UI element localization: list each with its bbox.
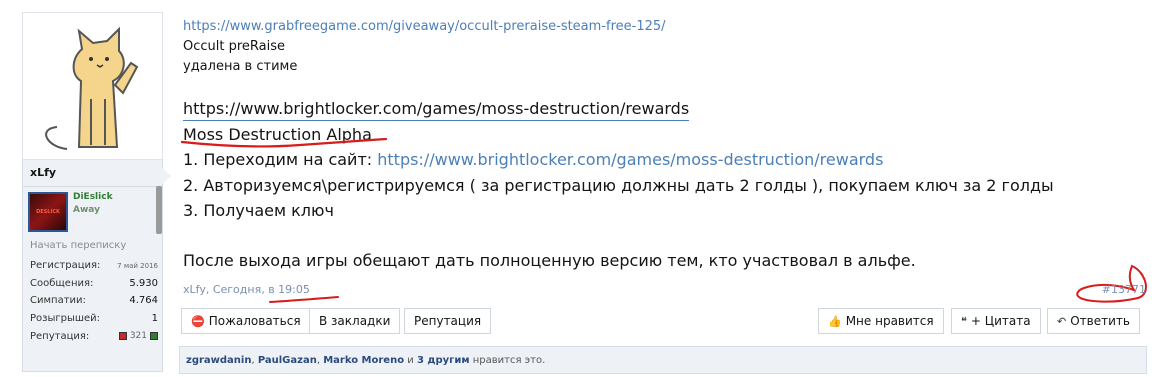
stat-value[interactable]: 5.930	[129, 278, 158, 289]
likes-and: и	[404, 355, 417, 366]
stat-giveaways: Розыгрышей: 1	[30, 310, 158, 328]
rewards-url-text: https://www.brightlocker.com/games/moss-…	[183, 99, 690, 121]
game-title-1: Occult preRaise	[183, 39, 286, 54]
likes-summary: zgrawdanin, PaulGazan, Marko Moreno и 3 …	[179, 346, 1147, 374]
post-number-link[interactable]: #13771	[1102, 283, 1146, 296]
reply-button[interactable]: ↶ Ответить	[1047, 308, 1140, 334]
bookmark-label: В закладки	[319, 314, 391, 328]
likes-suffix: нравится это.	[469, 355, 546, 366]
reputation-button[interactable]: Репутация	[404, 308, 492, 334]
start-conversation-link[interactable]: Начать переписку	[30, 240, 126, 251]
quote-icon: ❝	[961, 314, 967, 328]
likes-others-link[interactable]: 3 другим	[417, 355, 470, 366]
removed-note: удалена в стиме	[183, 59, 298, 74]
reputation-number: 321	[129, 331, 147, 342]
step-1-text: 1. Переходим на сайт:	[183, 150, 378, 169]
post-date[interactable]: Сегодня	[213, 283, 261, 296]
stat-value: 4.764	[129, 295, 158, 307]
meta-separator: ,	[205, 283, 213, 296]
signature-status: Away	[73, 205, 100, 215]
stat-label: Регистрация:	[30, 260, 101, 272]
reputation-value: 321	[118, 331, 158, 342]
stat-label: Розыгрышей:	[30, 313, 101, 325]
reputation-negative-icon	[118, 332, 127, 341]
liker-link[interactable]: Marko Moreno	[323, 355, 404, 366]
report-button[interactable]: ⛔ Пожаловаться	[181, 308, 311, 334]
signature-image-text: DESLICK	[36, 209, 60, 215]
liker-link[interactable]: zgrawdanin	[186, 355, 251, 366]
username-link[interactable]: xLfy	[30, 166, 56, 179]
rewards-link[interactable]: https://www.brightlocker.com/games/moss-…	[377, 150, 883, 169]
stat-label: Сообщения:	[30, 277, 94, 289]
step-3: 3. Получаем ключ	[183, 201, 334, 220]
signature-name[interactable]: DiEslick	[73, 192, 113, 202]
user-info-panel: xLfy DESLICK DiEslick Away Начать перепи…	[22, 12, 171, 372]
quote-label: + Цитата	[970, 314, 1031, 328]
bookmark-button[interactable]: В закладки	[309, 308, 401, 334]
stat-registration: Регистрация: 7 май 2016	[30, 257, 158, 275]
post-meta: xLfy, Сегодня, в 19:05	[183, 283, 310, 296]
report-icon: ⛔	[191, 314, 205, 328]
author-link[interactable]: xLfy	[183, 283, 206, 296]
stat-label: Симпатии:	[30, 295, 86, 307]
signature-scrollbar[interactable]	[156, 186, 162, 234]
red-underline-annotation	[180, 137, 388, 148]
reputation-positive-icon	[150, 332, 158, 341]
divider	[23, 186, 162, 187]
giveaway-link[interactable]: https://www.grabfreegame.com/giveaway/oc…	[183, 19, 666, 34]
quote-button[interactable]: ❝ + Цитата	[951, 308, 1041, 334]
user-details: xLfy DESLICK DiEslick Away Начать перепи…	[22, 160, 171, 372]
stat-likes: Симпатии: 4.764	[30, 292, 158, 310]
reply-icon: ↶	[1057, 314, 1067, 328]
step-1: 1. Переходим на сайт: https://www.bright…	[183, 150, 883, 169]
step-2: 2. Авторизуемся\регистрируемся ( за реги…	[183, 176, 1054, 195]
stat-reputation: Репутация: 321	[30, 327, 158, 345]
stat-label: Репутация:	[30, 330, 90, 342]
like-label: Мне нравится	[845, 314, 934, 328]
stat-messages: Сообщения: 5.930	[30, 275, 158, 293]
panel-arrow	[162, 168, 171, 184]
avatar[interactable]	[22, 12, 163, 160]
report-label: Пожаловаться	[208, 314, 301, 328]
signature-image[interactable]: DESLICK	[28, 192, 68, 232]
user-stats: Регистрация: 7 май 2016 Сообщения: 5.930…	[30, 257, 158, 345]
liker-link[interactable]: PaulGazan	[258, 355, 317, 366]
cat-avatar-icon	[45, 26, 139, 150]
like-button[interactable]: 👍 Мне нравится	[818, 308, 944, 334]
stat-value: 7 май 2016	[117, 261, 158, 270]
alpha-note: После выхода игры обещают дать полноценн…	[183, 251, 916, 270]
stat-value: 1	[151, 313, 158, 325]
reputation-label: Репутация	[414, 314, 482, 328]
thumbs-up-icon: 👍	[828, 314, 842, 328]
post-time[interactable]: в 19:05	[268, 283, 310, 296]
reply-label: Ответить	[1070, 314, 1130, 328]
